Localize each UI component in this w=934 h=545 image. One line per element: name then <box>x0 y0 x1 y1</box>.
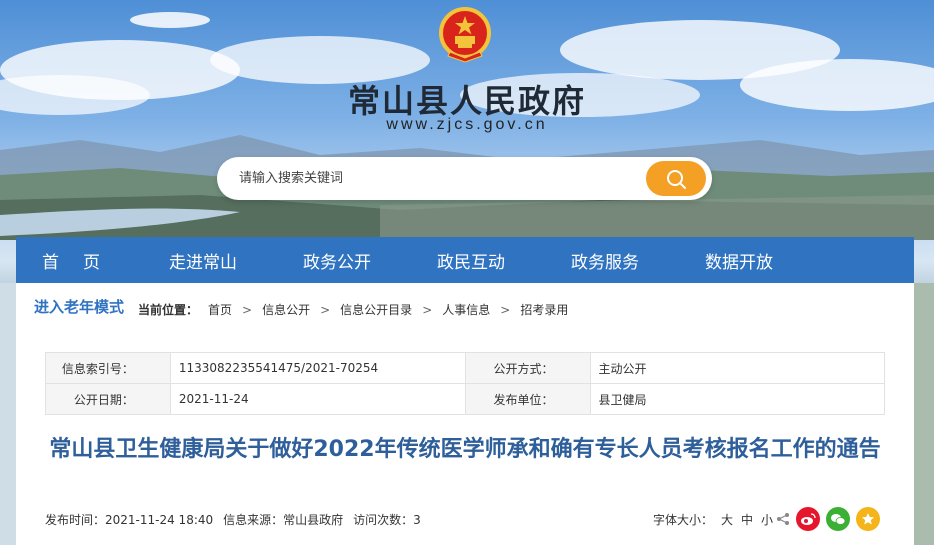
method-label: 公开方式： <box>464 352 591 384</box>
info-table: 信息索引号： 1133082235541475/2021-70254 公开方式：… <box>45 352 885 415</box>
font-size-small[interactable]: 小 <box>761 511 773 528</box>
index-no-label: 信息索引号： <box>45 352 171 384</box>
date-label: 公开日期： <box>45 383 171 415</box>
unit-value: 县卫健局 <box>589 383 885 415</box>
search-button[interactable] <box>646 161 706 196</box>
nav-item-services[interactable]: 政务服务 <box>538 248 672 273</box>
font-size-control: 字体大小： 大 中 小 <box>653 511 773 528</box>
elder-mode-link[interactable]: 进入老年模式 <box>34 296 124 317</box>
search-input[interactable] <box>239 157 639 200</box>
breadcrumb-item[interactable]: 招考录用 <box>520 301 568 318</box>
nav-item-gov-info[interactable]: 政务公开 <box>270 248 404 273</box>
info-source: 信息来源：常山县政府 <box>223 513 344 527</box>
table-row: 信息索引号： 1133082235541475/2021-70254 公开方式：… <box>45 352 885 384</box>
search-bar <box>217 157 712 200</box>
wechat-share-button[interactable] <box>826 507 850 531</box>
breadcrumb-item[interactable]: 信息公开 <box>262 301 310 318</box>
weibo-icon <box>801 513 816 525</box>
breadcrumb: 当前位置： 首页 > 信息公开 > 信息公开目录 > 人事信息 > 招考录用 <box>138 301 568 318</box>
font-size-large[interactable]: 大 <box>721 511 733 528</box>
nav-item-open-data[interactable]: 数据开放 <box>672 248 806 273</box>
breadcrumb-separator: > <box>500 302 511 317</box>
wechat-icon <box>831 514 846 525</box>
breadcrumb-separator: > <box>242 302 253 317</box>
font-size-label: 字体大小： <box>653 513 714 527</box>
share-bar <box>776 507 880 531</box>
national-emblem-logo <box>438 6 492 64</box>
unit-label: 发布单位： <box>464 383 591 415</box>
breadcrumb-separator: > <box>422 302 433 317</box>
nav-item-about[interactable]: 走进常山 <box>136 248 270 273</box>
search-icon <box>667 169 686 189</box>
breadcrumb-item[interactable]: 信息公开目录 <box>340 301 412 318</box>
breadcrumb-label: 当前位置： <box>138 303 199 317</box>
publish-time: 发布时间：2021-11-24 18:40 <box>45 513 214 527</box>
nav-item-home[interactable]: 首页 <box>16 248 136 273</box>
visit-count: 访问次数：3 <box>353 513 421 527</box>
font-size-medium[interactable]: 中 <box>741 511 753 528</box>
date-value: 2021-11-24 <box>169 383 466 415</box>
main-nav: 首页 走进常山 政务公开 政民互动 政务服务 数据开放 <box>16 237 914 283</box>
breadcrumb-item[interactable]: 首页 <box>208 301 232 318</box>
breadcrumb-item[interactable]: 人事信息 <box>442 301 490 318</box>
weibo-share-button[interactable] <box>796 507 820 531</box>
favorite-button[interactable] <box>856 507 880 531</box>
nav-item-interaction[interactable]: 政民互动 <box>404 248 538 273</box>
site-url: www.zjcs.gov.cn <box>386 116 548 133</box>
index-no-value: 1133082235541475/2021-70254 <box>169 352 466 384</box>
table-row: 公开日期： 2021-11-24 发布单位： 县卫健局 <box>45 383 885 415</box>
article-meta: 发布时间：2021-11-24 18:40 信息来源：常山县政府 访问次数：3 <box>45 511 421 528</box>
share-icon[interactable] <box>776 512 790 526</box>
star-icon <box>862 513 874 525</box>
method-value: 主动公开 <box>589 352 885 384</box>
article-title: 常山县卫生健康局关于做好2022年传统医学师承和确有专长人员考核报名工作的通告 <box>49 437 881 462</box>
breadcrumb-separator: > <box>320 302 331 317</box>
